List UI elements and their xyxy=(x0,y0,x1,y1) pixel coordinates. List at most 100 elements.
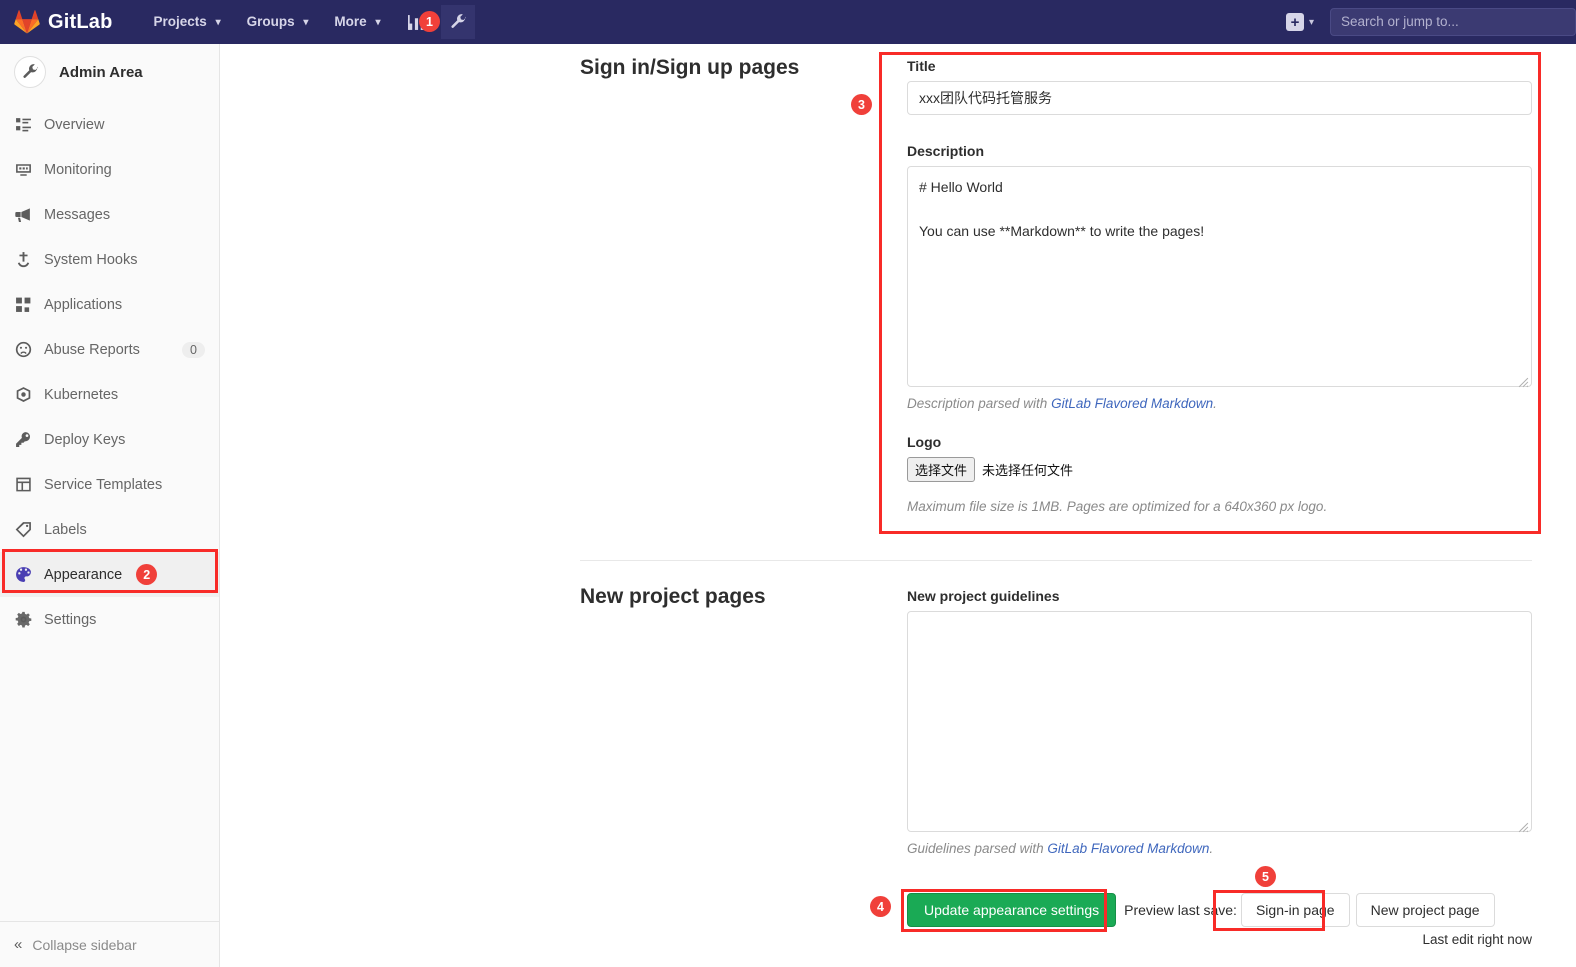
title-field-group: Title xyxy=(907,58,1532,115)
sidebar-item-label: Settings xyxy=(44,611,97,628)
logo-field-group: Logo 选择文件 未选择任何文件 Maximum file size is 1… xyxy=(907,434,1532,514)
sidebar-item-label: Applications xyxy=(44,296,123,313)
palette-icon xyxy=(14,566,32,584)
sidebar-item-label: Monitoring xyxy=(44,161,112,178)
guidelines-label: New project guidelines xyxy=(907,588,1060,604)
double-chevron-left-icon: « xyxy=(14,936,23,953)
collapse-sidebar-button[interactable]: « Collapse sidebar xyxy=(0,921,219,967)
chevron-down-icon: ▾ xyxy=(1308,16,1314,28)
nav-link-groups[interactable]: Groups ▾ xyxy=(234,0,322,44)
sidebar-item-appearance[interactable]: Appearance 2 xyxy=(0,552,219,597)
gfm-link[interactable]: GitLab Flavored Markdown xyxy=(1051,396,1213,411)
guidelines-field-group: New project guidelines Guidelines parsed… xyxy=(907,588,1532,856)
sidebar-item-label: Kubernetes xyxy=(44,386,119,403)
applications-grid-icon xyxy=(14,296,32,314)
sidebar-item-label: Abuse Reports xyxy=(44,341,140,358)
top-navbar: GitLab Projects ▾ Groups ▾ More ▾ + ▾ Se… xyxy=(0,0,1576,44)
megaphone-icon xyxy=(14,206,32,224)
guidelines-hint-suffix: . xyxy=(1209,841,1214,856)
admin-area-button[interactable] xyxy=(441,5,476,39)
plus-square-icon: + xyxy=(1285,13,1304,31)
marker-1: 1 xyxy=(419,11,440,32)
marker-2: 2 xyxy=(136,564,158,585)
sad-face-icon xyxy=(14,341,32,359)
nav-link-more-label: More xyxy=(334,14,367,29)
sidebar-items: Overview Monitoring Messages System Hook… xyxy=(0,102,219,642)
sidebar-item-kubernetes[interactable]: Kubernetes xyxy=(0,372,219,417)
nav-link-more[interactable]: More ▾ xyxy=(321,0,393,44)
sidebar-item-service-templates[interactable]: Service Templates xyxy=(0,462,219,507)
description-hint: Description parsed with GitLab Flavored … xyxy=(907,396,1532,411)
monitor-icon xyxy=(14,161,32,179)
description-hint-suffix: . xyxy=(1213,396,1217,411)
description-field-group: Description Description parsed with GitL… xyxy=(907,143,1532,411)
avatar xyxy=(14,56,46,88)
section-heading-signin: Sign in/Sign up pages xyxy=(580,56,800,79)
nav-link-projects-label: Projects xyxy=(153,14,207,29)
navbar-brand[interactable]: GitLab xyxy=(48,11,113,34)
update-appearance-settings-button[interactable]: Update appearance settings xyxy=(907,893,1117,927)
new-project-page-preview-button[interactable]: New project page xyxy=(1355,893,1495,927)
description-label: Description xyxy=(907,143,985,159)
gear-icon xyxy=(14,611,32,629)
sidebar-item-label: Messages xyxy=(44,206,111,223)
chevron-down-icon: ▾ xyxy=(303,17,309,28)
template-icon xyxy=(14,476,32,494)
last-edit-text: Last edit right now xyxy=(1422,932,1532,947)
sidebar-title: Admin Area xyxy=(59,63,143,81)
search-input[interactable]: Search or jump to... xyxy=(1330,8,1576,36)
hook-icon xyxy=(14,251,32,269)
gitlab-fox-logo-icon[interactable] xyxy=(14,9,40,35)
description-textarea[interactable] xyxy=(907,166,1532,387)
logo-hint: Maximum file size is 1MB. Pages are opti… xyxy=(907,499,1328,514)
collapse-sidebar-label: Collapse sidebar xyxy=(32,936,137,953)
title-input[interactable] xyxy=(907,81,1532,115)
action-row: Update appearance settings Preview last … xyxy=(907,893,1495,927)
signin-page-preview-button[interactable]: Sign-in page xyxy=(1240,893,1350,927)
guidelines-hint: Guidelines parsed with GitLab Flavored M… xyxy=(907,841,1532,856)
admin-sidebar: Admin Area Overview Monitoring Messages xyxy=(0,44,220,967)
sidebar-item-label: Deploy Keys xyxy=(44,431,126,448)
overview-list-icon xyxy=(14,116,32,134)
marker-3: 3 xyxy=(851,94,872,115)
gfm-link[interactable]: GitLab Flavored Markdown xyxy=(1047,841,1209,856)
wrench-icon xyxy=(22,63,38,78)
preview-last-save-label: Preview last save: xyxy=(1124,902,1237,918)
section-heading-newproject: New project pages xyxy=(580,585,766,608)
sidebar-item-system-hooks[interactable]: System Hooks xyxy=(0,237,219,282)
guidelines-hint-prefix: Guidelines parsed with xyxy=(907,841,1048,856)
marker-4: 4 xyxy=(870,896,891,917)
main-content: Sign in/Sign up pages Title Description … xyxy=(220,44,1576,967)
sidebar-item-abuse-reports[interactable]: Abuse Reports 0 xyxy=(0,327,219,372)
wrench-icon xyxy=(451,13,467,28)
label-tag-icon xyxy=(14,521,32,539)
sidebar-header[interactable]: Admin Area xyxy=(0,44,219,100)
section-divider xyxy=(580,560,1532,561)
nav-link-projects[interactable]: Projects ▾ xyxy=(141,0,234,44)
chevron-down-icon: ▾ xyxy=(375,17,381,28)
description-hint-prefix: Description parsed with xyxy=(907,396,1052,411)
kubernetes-icon xyxy=(14,386,32,404)
sidebar-item-label: Labels xyxy=(44,521,87,538)
abuse-reports-count-badge: 0 xyxy=(182,341,205,358)
sidebar-item-settings[interactable]: Settings xyxy=(0,597,219,642)
choose-file-button[interactable]: 选择文件 xyxy=(907,457,976,482)
sidebar-item-monitoring[interactable]: Monitoring xyxy=(0,147,219,192)
sidebar-item-messages[interactable]: Messages xyxy=(0,192,219,237)
sidebar-item-label: System Hooks xyxy=(44,251,138,268)
sidebar-item-applications[interactable]: Applications xyxy=(0,282,219,327)
new-item-button[interactable]: + ▾ xyxy=(1280,13,1320,31)
sidebar-item-label: Overview xyxy=(44,116,105,133)
sidebar-item-label: Appearance xyxy=(44,566,123,583)
logo-file-input[interactable]: 选择文件 未选择任何文件 xyxy=(907,457,1532,482)
chevron-down-icon: ▾ xyxy=(215,17,221,28)
sidebar-item-overview[interactable]: Overview xyxy=(0,102,219,147)
sidebar-item-deploy-keys[interactable]: Deploy Keys xyxy=(0,417,219,462)
logo-label: Logo xyxy=(907,434,942,450)
marker-5: 5 xyxy=(1255,866,1276,887)
key-icon xyxy=(14,431,32,449)
sidebar-item-labels[interactable]: Labels xyxy=(0,507,219,552)
guidelines-textarea[interactable] xyxy=(907,611,1532,832)
title-label: Title xyxy=(907,58,936,74)
sidebar-item-label: Service Templates xyxy=(44,476,163,493)
